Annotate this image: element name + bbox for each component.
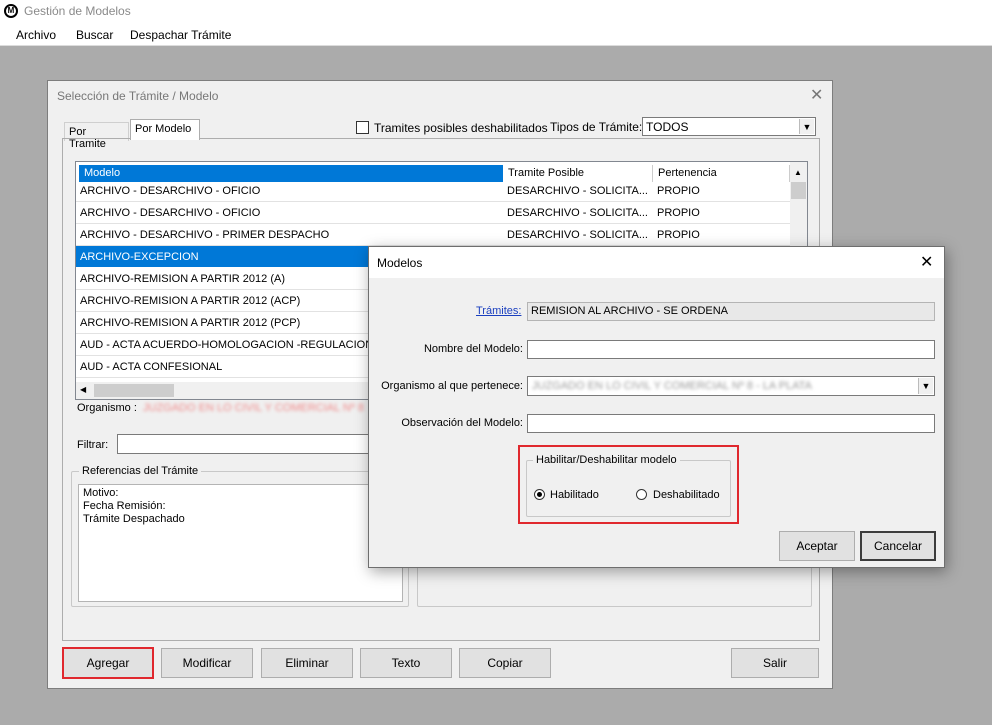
habilitado-label[interactable]: Habilitado	[550, 489, 599, 501]
referencias-text[interactable]: Motivo: Fecha Remisión: Trámite Despacha…	[78, 484, 403, 602]
organismo-value: JUZGADO EN LO CIVIL Y COMERCIAL Nº 8	[143, 402, 365, 414]
checkbox-label: Tramites posibles deshabilitados	[374, 121, 548, 135]
dialog-title: Modelos	[377, 256, 423, 270]
row-divider	[76, 223, 790, 224]
ref-tramite-despachado: Trámite Despachado	[83, 513, 185, 525]
cell-modelo[interactable]: ARCHIVO - DESARCHIVO - OFICIO	[80, 207, 500, 219]
app-titlebar: M Gestión de Modelos	[0, 0, 992, 23]
observacion-label: Observación del Modelo:	[401, 417, 523, 429]
cancelar-button[interactable]: Cancelar	[860, 531, 936, 561]
filtrar-input[interactable]	[117, 434, 377, 454]
app-logo-icon: M	[4, 4, 18, 18]
select-value: JUZGADO EN LO CIVIL Y COMERCIAL Nº 8 - L…	[532, 380, 812, 392]
tab-label: Por Modelo	[135, 123, 192, 135]
deshabilitado-label[interactable]: Deshabilitado	[653, 489, 720, 501]
tipos-tramite-select[interactable]: TODOS ▼	[642, 117, 816, 136]
tramites-link[interactable]: Trámites:	[476, 305, 521, 317]
cell-pertenencia[interactable]: PROPIO	[657, 185, 777, 197]
ref-fecha-remision: Fecha Remisión:	[83, 500, 166, 512]
cell-tramite[interactable]: DESARCHIVO - SOLICITA...	[507, 207, 651, 219]
nombre-label: Nombre del Modelo:	[423, 343, 523, 355]
organismo-label: Organismo :	[77, 402, 137, 414]
scroll-thumb[interactable]	[94, 384, 174, 397]
scroll-left-icon[interactable]: ◀	[80, 385, 86, 394]
tipos-tramite-label: Tipos de Trámite:	[550, 120, 643, 134]
column-header-modelo[interactable]: Modelo	[79, 165, 503, 182]
dialog-title: Selección de Trámite / Modelo	[57, 89, 219, 103]
cell-tramite[interactable]: DESARCHIVO - SOLICITA...	[507, 185, 651, 197]
referencias-title: Referencias del Trámite	[79, 465, 202, 477]
menu-buscar[interactable]: Buscar	[76, 28, 113, 42]
modificar-button[interactable]: Modificar	[161, 648, 253, 678]
cell-modelo[interactable]: ARCHIVO - DESARCHIVO - OFICIO	[80, 185, 500, 197]
agregar-button[interactable]: Agregar	[62, 647, 154, 679]
cell-tramite[interactable]: DESARCHIVO - SOLICITA...	[507, 229, 651, 241]
organismo-label: Organismo al que pertenece:	[381, 380, 523, 392]
tab-por-modelo[interactable]: Por Modelo	[130, 119, 200, 140]
chevron-down-icon: ▼	[918, 378, 933, 394]
organismo-select[interactable]: JUZGADO EN LO CIVIL Y COMERCIAL Nº 8 - L…	[527, 376, 935, 396]
select-value: TODOS	[646, 120, 689, 134]
app-title: Gestión de Modelos	[24, 4, 131, 18]
dialog-titlebar: Modelos ✕	[369, 247, 944, 278]
menu-bar: Archivo Buscar Despachar Trámite	[0, 23, 992, 46]
ref-motivo: Motivo:	[83, 487, 119, 499]
column-header-tramite-posible[interactable]: Tramite Posible	[503, 165, 653, 182]
cell-pertenencia[interactable]: PROPIO	[657, 207, 777, 219]
close-icon[interactable]: ✕	[920, 252, 933, 272]
eliminar-button[interactable]: Eliminar	[261, 648, 353, 678]
deshabilitado-radio[interactable]	[636, 489, 647, 500]
texto-button[interactable]: Texto	[360, 648, 452, 678]
tramites-value: REMISION AL ARCHIVO - SE ORDENA	[531, 305, 729, 317]
observacion-input[interactable]	[527, 414, 935, 433]
cell-modelo[interactable]: AUD - ACTA ACUERDO-HOMOLOGACION -REGULAC…	[80, 339, 380, 351]
modelos-dialog: Modelos ✕ Trámites: REMISION AL ARCHIVO …	[368, 246, 945, 568]
menu-despachar-tramite[interactable]: Despachar Trámite	[130, 28, 231, 42]
salir-button[interactable]: Salir	[731, 648, 819, 678]
copiar-button[interactable]: Copiar	[459, 648, 551, 678]
row-divider	[76, 201, 790, 202]
habilitado-radio[interactable]	[534, 489, 545, 500]
close-icon[interactable]: ✕	[810, 85, 823, 105]
filtrar-label: Filtrar:	[77, 439, 109, 451]
tramites-deshabilitados-checkbox[interactable]	[356, 121, 369, 134]
scroll-thumb[interactable]	[791, 182, 806, 199]
menu-archivo[interactable]: Archivo	[16, 28, 56, 42]
aceptar-button[interactable]: Aceptar	[779, 531, 855, 561]
chevron-down-icon: ▼	[799, 119, 814, 134]
habilitar-group-title: Habilitar/Deshabilitar modelo	[533, 454, 680, 466]
cell-pertenencia[interactable]: PROPIO	[657, 229, 777, 241]
scroll-up-icon[interactable]: ▲	[794, 168, 802, 177]
nombre-modelo-input[interactable]	[527, 340, 935, 359]
column-header-pertenencia[interactable]: Pertenencia	[653, 165, 790, 182]
tramites-field: REMISION AL ARCHIVO - SE ORDENA	[527, 302, 935, 321]
cell-modelo[interactable]: ARCHIVO - DESARCHIVO - PRIMER DESPACHO	[80, 229, 500, 241]
